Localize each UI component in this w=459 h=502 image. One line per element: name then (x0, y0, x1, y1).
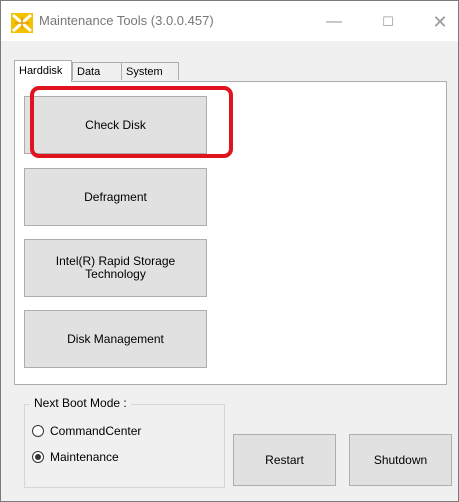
radio-maintenance-label: Maintenance (50, 450, 119, 464)
close-button[interactable]: ✕ (425, 9, 455, 35)
rapid-storage-button[interactable]: Intel(R) Rapid Storage Technology (24, 239, 207, 297)
disk-management-label: Disk Management (67, 331, 164, 346)
boot-mode-group (24, 404, 225, 488)
tab-data[interactable]: Data (72, 62, 122, 80)
tab-harddisk[interactable]: Harddisk (14, 60, 72, 82)
title-bar: Maintenance Tools (3.0.0.457) — ☐ ✕ (1, 1, 458, 41)
radio-maintenance[interactable]: Maintenance (32, 450, 119, 464)
shutdown-button[interactable]: Shutdown (349, 434, 452, 486)
rapid-storage-label-line2: Technology (85, 267, 146, 281)
defragment-label: Defragment (84, 189, 147, 204)
window-title: Maintenance Tools (3.0.0.457) (39, 13, 214, 28)
radio-commandcenter-label: CommandCenter (50, 424, 142, 438)
minimize-button[interactable]: — (319, 9, 349, 35)
defragment-button[interactable]: Defragment (24, 168, 207, 226)
restart-label: Restart (265, 453, 304, 467)
radio-unchecked-icon[interactable] (32, 425, 44, 437)
check-disk-label: Check Disk (85, 117, 146, 132)
tools-icon (11, 13, 33, 33)
maximize-button[interactable]: ☐ (373, 9, 403, 35)
check-disk-button[interactable]: Check Disk (24, 96, 207, 154)
tab-system[interactable]: System (121, 62, 179, 80)
boot-mode-title: Next Boot Mode : (30, 396, 131, 410)
radio-commandcenter[interactable]: CommandCenter (32, 424, 141, 438)
shutdown-label: Shutdown (373, 453, 428, 467)
radio-checked-icon[interactable] (32, 451, 44, 463)
disk-management-button[interactable]: Disk Management (24, 310, 207, 368)
restart-button[interactable]: Restart (233, 434, 336, 486)
